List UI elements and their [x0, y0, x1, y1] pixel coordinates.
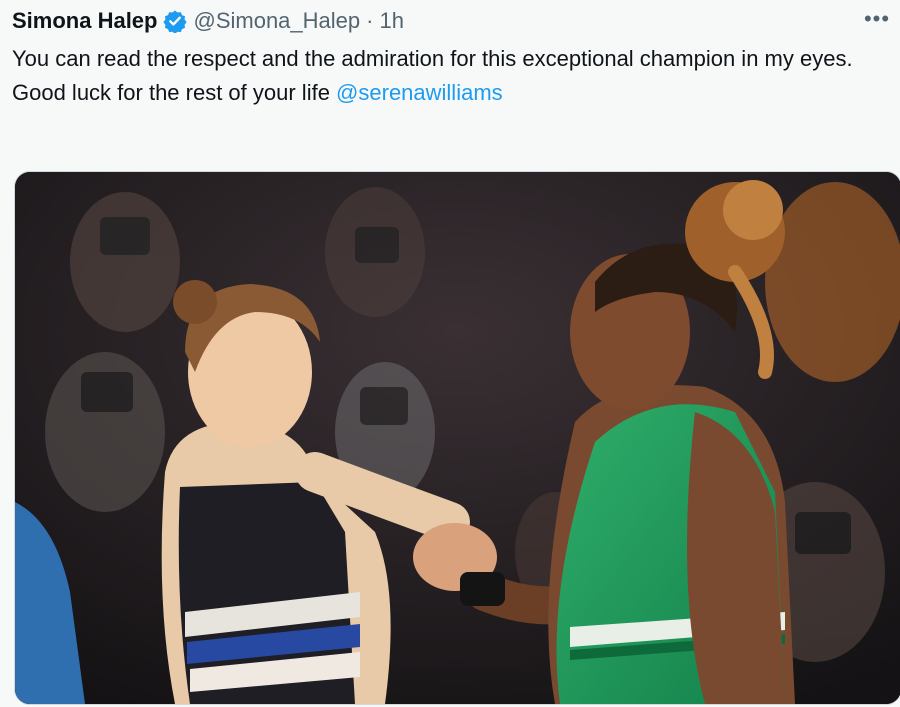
tweet-text: You can read the respect and the admirat… [12, 42, 892, 110]
tweet-text-line-2-prefix: Good luck for the rest of your life [12, 80, 337, 105]
photo-illustration [15, 172, 900, 704]
separator-dot: · [366, 8, 374, 33]
mention-link[interactable]: @serenawilliams [336, 80, 503, 105]
more-options-icon[interactable]: ••• [860, 4, 894, 34]
author-handle[interactable]: @Simona_Halep [193, 8, 360, 34]
tweet-photo[interactable] [14, 171, 900, 705]
verified-badge-icon [163, 9, 188, 34]
tweet: Simona Halep @Simona_Halep · 1h ••• You … [0, 0, 900, 707]
tweet-text-line-1: You can read the respect and the admirat… [12, 46, 853, 71]
tweet-text-line-2: Good luck for the rest of your life @ser… [12, 76, 892, 110]
author-display-name[interactable]: Simona Halep [12, 8, 157, 34]
tweet-header: Simona Halep @Simona_Halep · 1h [12, 6, 404, 36]
tweet-timestamp[interactable]: 1h [379, 8, 403, 34]
